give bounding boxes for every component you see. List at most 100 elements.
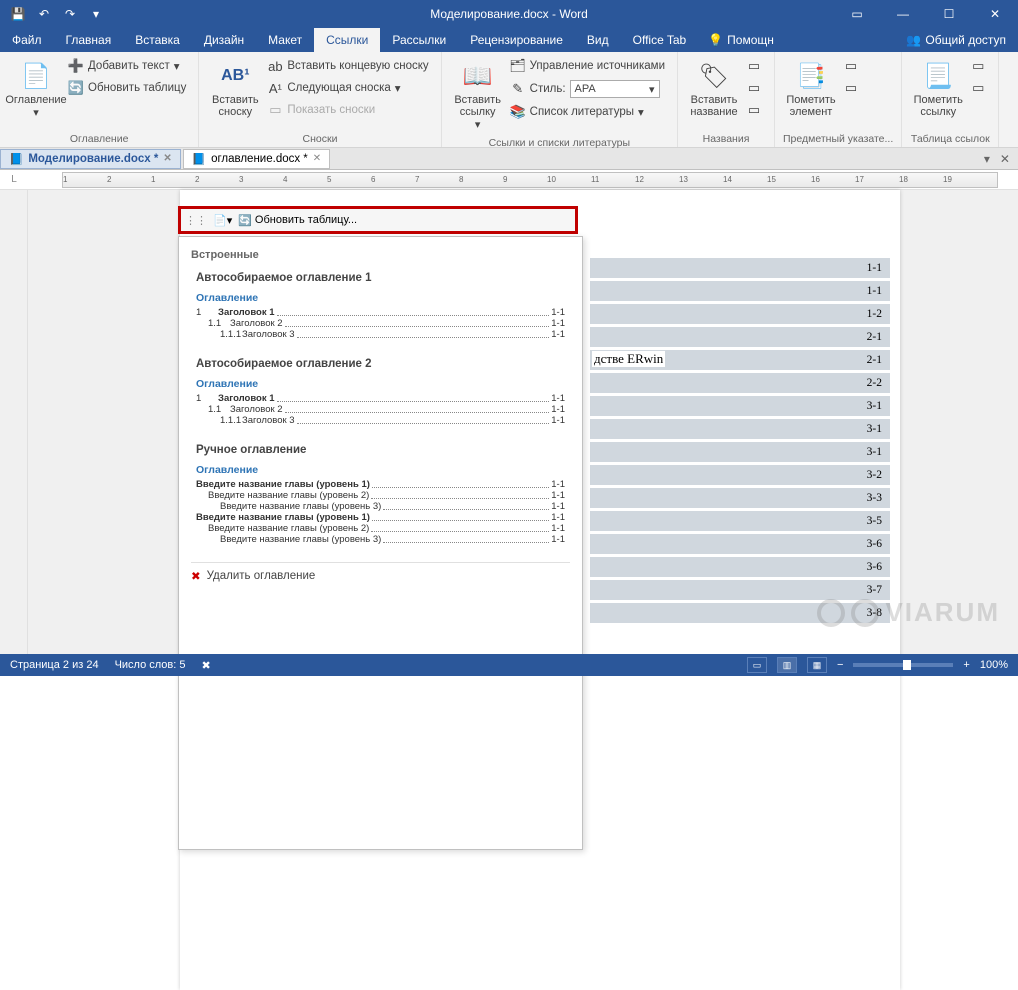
mark-entry-icon: 📑 — [795, 60, 827, 92]
toc-update-button[interactable]: 🔄 Обновить таблицу... — [238, 214, 357, 227]
update-icon: 🔄 — [68, 80, 84, 96]
maximize-button[interactable]: ☐ — [926, 0, 972, 28]
toc-line: 3-8 — [590, 603, 890, 623]
toc-line: 2-1 — [590, 327, 890, 347]
tab-options[interactable]: ▾ ✕ — [984, 152, 1018, 166]
status-spellcheck-icon[interactable]: ✖ — [202, 659, 211, 672]
doctab-modelirovanie[interactable]: 📘Моделирование.docx *✕ — [0, 149, 181, 169]
word-doc-icon: 📘 — [9, 152, 23, 166]
style-select[interactable]: ✎Стиль:APA▾ — [506, 78, 669, 100]
toc-line: 1-1 — [590, 258, 890, 278]
insert-endnote-button[interactable]: abВставить концевую сноску — [263, 56, 432, 76]
caption-opt1[interactable]: ▭ — [742, 56, 766, 76]
close-button[interactable]: ✕ — [972, 0, 1018, 28]
view-read-button[interactable]: ▭ — [747, 657, 767, 673]
ribbon-options-button[interactable]: ▭ — [834, 0, 880, 28]
gallery-item-auto1[interactable]: Автособираемое оглавление 1 Оглавление 1… — [191, 265, 570, 351]
mark-entry-button[interactable]: 📑 Пометить элемент — [783, 56, 839, 122]
gallery-toc-row: Введите название главы (уровень 1)1-1 — [196, 512, 565, 523]
mark-citation-button[interactable]: 📃 Пометить ссылку — [910, 56, 966, 122]
view-print-button[interactable]: ▥ — [777, 657, 797, 673]
toc-line: 3-6 — [590, 534, 890, 554]
zoom-level[interactable]: 100% — [980, 659, 1008, 671]
status-words[interactable]: Число слов: 5 — [115, 659, 186, 671]
style-icon: ✎ — [510, 81, 526, 97]
toc-line: 1-2 — [590, 304, 890, 324]
toc-options-button[interactable]: 📄▾ — [213, 214, 232, 227]
caption-opt3[interactable]: ▭ — [742, 100, 766, 120]
toc-field-lines: 1-11-11-22-12-12-23-13-13-13-23-33-53-63… — [590, 258, 890, 626]
caption-icon: 🏷 — [698, 60, 730, 92]
tab-officetab[interactable]: Office Tab — [621, 28, 699, 52]
manage-sources-button[interactable]: 🗂Управление источниками — [506, 56, 669, 76]
tell-me[interactable]: 💡Помощн — [698, 28, 784, 52]
tab-references[interactable]: Ссылки — [314, 28, 380, 52]
zoom-out-button[interactable]: − — [837, 659, 843, 671]
index-opt1[interactable]: ▭ — [839, 56, 863, 76]
vertical-ruler[interactable] — [6, 190, 28, 658]
index-opt2[interactable]: ▭ — [839, 78, 863, 98]
remove-icon: ✖ — [191, 569, 201, 583]
gallery-section-builtin: Встроенные — [191, 249, 570, 261]
toc-gallery: Встроенные Автособираемое оглавление 1 О… — [178, 236, 583, 850]
zoom-slider[interactable] — [853, 663, 953, 667]
tab-mailings[interactable]: Рассылки — [380, 28, 458, 52]
minimize-button[interactable]: — — [880, 0, 926, 28]
insert-caption-button[interactable]: 🏷 Вставить название — [686, 56, 742, 122]
bibliography-button[interactable]: 📚Список литературы▾ — [506, 102, 669, 122]
title-bar: 💾 ↶ ↷ ▾ Моделирование.docx - Word ▭ — ☐ … — [0, 0, 1018, 28]
save-icon[interactable]: 💾 — [10, 6, 26, 22]
toc-line: 2-2 — [590, 373, 890, 393]
quick-access-toolbar: 💾 ↶ ↷ ▾ — [0, 6, 104, 22]
add-text-button[interactable]: ➕Добавить текст▾ — [64, 56, 190, 76]
close-tab-icon[interactable]: ✕ — [163, 153, 171, 164]
close-tab-icon[interactable]: ✕ — [313, 153, 321, 164]
tab-layout[interactable]: Макет — [256, 28, 314, 52]
toc-button[interactable]: 📄 Оглавление▾ — [8, 56, 64, 123]
doctab-oglavlenie[interactable]: 📘оглавление.docx *✕ — [183, 149, 330, 169]
gallery-toc-row: 1.1Заголовок 21-1 — [196, 318, 565, 329]
status-page[interactable]: Страница 2 из 24 — [10, 659, 99, 671]
zoom-in-button[interactable]: + — [963, 659, 969, 671]
gallery-item-manual[interactable]: Ручное оглавление Оглавление Введите наз… — [191, 437, 570, 556]
undo-icon[interactable]: ↶ — [36, 6, 52, 22]
show-notes-button[interactable]: ▭Показать сноски — [263, 100, 432, 120]
toa-opt2[interactable]: ▭ — [966, 78, 990, 98]
toa-opt1[interactable]: ▭ — [966, 56, 990, 76]
drag-handle-icon[interactable]: ⋮⋮ — [185, 214, 207, 227]
gallery-remove-toc[interactable]: ✖ Удалить оглавление — [191, 562, 570, 583]
caption-opt2[interactable]: ▭ — [742, 78, 766, 98]
share-button[interactable]: 👥Общий доступ — [894, 28, 1018, 52]
tab-view[interactable]: Вид — [575, 28, 621, 52]
chevron-down-icon: ▾ — [649, 83, 655, 96]
style-dropdown[interactable]: APA▾ — [570, 80, 660, 98]
horizontal-ruler[interactable]: 1212345678910111213141516171819 — [62, 172, 998, 188]
tab-selector[interactable]: L — [0, 174, 28, 185]
toc-line: 3-1 — [590, 419, 890, 439]
insert-footnote-button[interactable]: AB¹ Вставить сноску — [207, 56, 263, 122]
tab-insert[interactable]: Вставка — [123, 28, 192, 52]
tab-design[interactable]: Дизайн — [192, 28, 256, 52]
next-footnote-button[interactable]: A¹Следующая сноска▾ — [263, 78, 432, 98]
add-text-icon: ➕ — [68, 58, 84, 74]
gallery-toc-row: 1Заголовок 11-1 — [196, 393, 565, 404]
toc-line: 1-1 — [590, 281, 890, 301]
gallery-toc-row: 1.1.1Заголовок 31-1 — [196, 329, 565, 340]
gallery-toc-row: Введите название главы (уровень 2)1-1 — [196, 490, 565, 501]
update-table-button[interactable]: 🔄Обновить таблицу — [64, 78, 190, 98]
gallery-toc-row: 1.1Заголовок 21-1 — [196, 404, 565, 415]
tab-file[interactable]: Файл — [0, 28, 54, 52]
redo-icon[interactable]: ↷ — [62, 6, 78, 22]
qat-customize-icon[interactable]: ▾ — [88, 6, 104, 22]
ruler-area: L 1212345678910111213141516171819 — [0, 170, 1018, 190]
tab-home[interactable]: Главная — [54, 28, 124, 52]
group-citations: 📖 Вставить ссылку▾ 🗂Управление источника… — [442, 52, 678, 147]
tab-review[interactable]: Рецензирование — [458, 28, 575, 52]
view-web-button[interactable]: ▦ — [807, 657, 827, 673]
insert-citation-button[interactable]: 📖 Вставить ссылку▾ — [450, 56, 506, 135]
gallery-toc-row: Введите название главы (уровень 3)1-1 — [196, 501, 565, 512]
show-notes-icon: ▭ — [267, 102, 283, 118]
gallery-item-auto2[interactable]: Автособираемое оглавление 2 Оглавление 1… — [191, 351, 570, 437]
toc-line: 3-3 — [590, 488, 890, 508]
toc-field-handle[interactable]: ⋮⋮ 📄▾ 🔄 Обновить таблицу... — [178, 206, 578, 234]
